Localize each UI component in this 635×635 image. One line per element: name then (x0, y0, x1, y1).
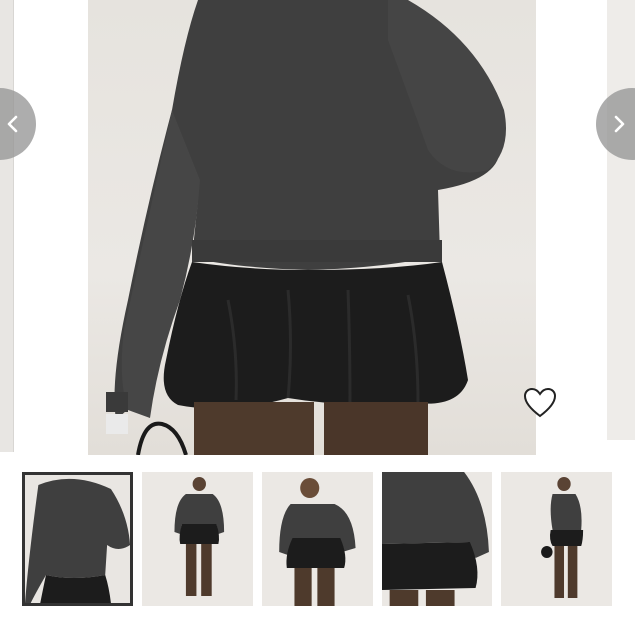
thumbnail-4[interactable] (381, 472, 493, 606)
swatch-dark[interactable] (106, 392, 128, 412)
color-swatch[interactable] (106, 392, 128, 436)
thumbnail-3[interactable] (261, 472, 373, 606)
heart-outline-icon (523, 387, 557, 418)
thumbnail-strip (22, 472, 613, 606)
main-product-photo (88, 0, 536, 455)
previous-image-button[interactable] (0, 88, 36, 160)
swatch-light[interactable] (106, 414, 128, 434)
chevron-right-icon (614, 115, 625, 133)
thumbnail-2[interactable] (142, 472, 253, 606)
favorite-button[interactable] (522, 386, 558, 420)
chevron-left-icon (7, 115, 18, 133)
model-illustration (114, 0, 506, 455)
thumbnail-1[interactable] (22, 472, 134, 606)
previous-slide-preview (0, 0, 14, 452)
thumbnail-5[interactable] (501, 472, 613, 606)
next-slide-preview (607, 0, 635, 440)
product-gallery (0, 0, 635, 460)
next-image-button[interactable] (596, 88, 635, 160)
